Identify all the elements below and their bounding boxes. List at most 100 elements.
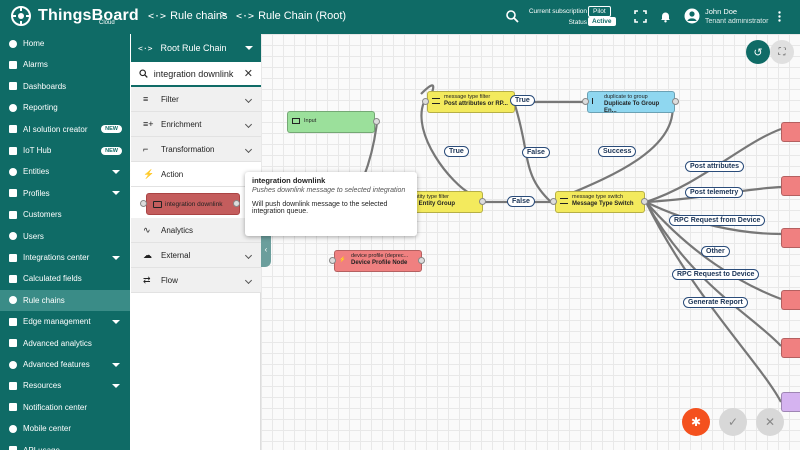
category-filter[interactable]: ≡ Filter: [131, 87, 261, 112]
sidebar-item-ai-solution-creator[interactable]: AI solution creator NEW: [0, 119, 130, 140]
link-label[interactable]: True: [510, 95, 535, 106]
category-transformation[interactable]: ⌐ Transformation: [131, 137, 261, 162]
generate-report-node[interactable]: [781, 392, 800, 412]
fullscreen-button[interactable]: ⛶: [770, 40, 794, 64]
avatar-icon[interactable]: [684, 8, 700, 24]
sidebar-item-dashboards[interactable]: Dashboards: [0, 76, 130, 97]
link-label[interactable]: Generate Report: [683, 297, 748, 308]
sidebar-item-label: AI solution creator: [23, 124, 88, 134]
plan-badge[interactable]: Pilot: [588, 6, 611, 17]
version-history-button[interactable]: ↺: [746, 40, 770, 64]
sidebar-item-reporting[interactable]: Reporting: [0, 97, 130, 118]
sidebar-item-api-usage[interactable]: API usage: [0, 440, 130, 461]
edge-management-icon: [9, 317, 17, 326]
sidebar-item-alarms[interactable]: Alarms: [0, 54, 130, 75]
node-search-input[interactable]: [153, 68, 244, 79]
input-out-port[interactable]: [373, 118, 380, 125]
sidebar-item-calculated-fields[interactable]: Calculated fields: [0, 268, 130, 289]
sidebar-item-rule-chains[interactable]: Rule chains: [0, 289, 130, 311]
sidebar-item-iot-hub[interactable]: IoT Hub NEW: [0, 140, 130, 161]
sidebar-item-advanced-analytics[interactable]: Advanced analytics: [0, 333, 130, 354]
sidebar-item-customers[interactable]: Customers: [0, 204, 130, 225]
input-node[interactable]: Input: [287, 111, 375, 133]
sidebar: Home Alarms Dashboards Reporting AI solution…: [0, 33, 130, 455]
log-other-node[interactable]: [781, 290, 800, 310]
user-role: Tenant administrator: [705, 18, 769, 25]
more-vert-icon[interactable]: [773, 10, 786, 23]
ai-solution-creator-icon: [9, 125, 17, 134]
link-label[interactable]: Post telemetry: [685, 187, 744, 198]
sidebar-item-edge-management[interactable]: Edge management: [0, 311, 130, 332]
link-label[interactable]: True: [444, 146, 469, 157]
notification-bell-icon[interactable]: [659, 10, 672, 23]
sidebar-item-profiles[interactable]: Profiles: [0, 183, 130, 204]
log-rpc-node[interactable]: [781, 228, 800, 248]
sidebar-item-label: Users: [23, 231, 44, 241]
in-port[interactable]: [550, 198, 557, 205]
category-analytics[interactable]: ∿ Analytics: [131, 218, 261, 243]
decline-changes-button[interactable]: ✕: [756, 408, 784, 436]
integration-icon: [153, 200, 162, 208]
logo[interactable]: ThingsBoard: [8, 5, 139, 27]
status-label: Status: [568, 19, 587, 26]
dashboards-icon: [9, 82, 17, 91]
breadcrumb-label: Rule chains: [170, 10, 228, 22]
link-label[interactable]: Success: [598, 146, 637, 157]
link-label[interactable]: False: [507, 196, 535, 207]
in-port[interactable]: [329, 257, 336, 264]
output-port[interactable]: [233, 200, 240, 207]
rule-chain-selector[interactable]: <·> Root Rule Chain: [131, 34, 261, 62]
node-name: Post attributes or RP...: [444, 101, 508, 107]
advanced-analytics-icon: [9, 339, 17, 348]
category-flow[interactable]: ⇄ Flow: [131, 268, 261, 293]
collapse-panel-button[interactable]: ‹: [261, 231, 271, 267]
search-icon[interactable]: [505, 9, 519, 23]
subscription-label: Current subscription: [528, 8, 587, 15]
sidebar-item-home[interactable]: Home: [0, 33, 130, 54]
link-label[interactable]: False: [522, 147, 550, 158]
sidebar-item-resources[interactable]: Resources: [0, 375, 130, 396]
sidebar-item-integrations-center[interactable]: Integrations center: [0, 247, 130, 268]
input-port[interactable]: [140, 200, 147, 207]
sidebar-item-entities[interactable]: Entities: [0, 161, 130, 182]
out-port[interactable]: [641, 198, 648, 205]
clear-search-icon[interactable]: ✕: [244, 67, 253, 80]
category-enrichment[interactable]: ≡+ Enrichment: [131, 112, 261, 137]
rpc-call-node[interactable]: [781, 338, 800, 358]
save-timeseries-node[interactable]: [781, 176, 800, 196]
link-label[interactable]: Other: [701, 246, 730, 257]
in-port[interactable]: [582, 98, 589, 105]
in-port[interactable]: [422, 98, 429, 105]
tooltip-details: Will push downlink message to the select…: [252, 201, 388, 215]
category-action[interactable]: ⚡ Action: [131, 162, 261, 187]
duplicate-to-group-node[interactable]: duplicate to group Duplicate To Group En…: [587, 91, 675, 114]
link-label[interactable]: RPC Request to Device: [672, 269, 760, 280]
fullscreen-icon[interactable]: [634, 10, 647, 23]
device-profile-node[interactable]: ⚡ device profile (deprec... Device Profi…: [334, 250, 422, 272]
apply-changes-button[interactable]: ✓: [719, 408, 747, 436]
sidebar-item-advanced-features[interactable]: Advanced features: [0, 354, 130, 375]
rule-chain-canvas[interactable]: Input message type filter Post attribute…: [261, 34, 800, 450]
filter-icon: [432, 98, 440, 104]
link-label[interactable]: RPC Request from Device: [669, 215, 766, 226]
link-label[interactable]: Post attributes: [685, 161, 745, 172]
message-type-switch-node[interactable]: message type switch Message Type Switch: [555, 191, 645, 213]
sidebar-item-label: Mobile center: [23, 424, 72, 434]
message-type-filter-node[interactable]: message type filter Post attributes or R…: [427, 91, 515, 113]
sidebar-item-notification-center[interactable]: Notification center: [0, 397, 130, 418]
sidebar-item-mobile-center[interactable]: Mobile center: [0, 418, 130, 439]
save-attributes-node[interactable]: [781, 122, 800, 142]
chevron-left-icon: ‹: [264, 244, 268, 254]
sidebar-item-users[interactable]: Users: [0, 226, 130, 247]
category-label: Enrichment: [161, 119, 202, 129]
node-library-panel: <·> Root Rule Chain ✕ ≡ Filter ≡+ Enrichmen…: [131, 34, 261, 450]
integration-downlink-node[interactable]: integration downlink: [146, 193, 240, 215]
debug-button[interactable]: ✱: [682, 408, 710, 436]
sidebar-item-label: Alarms: [23, 60, 48, 70]
out-port[interactable]: [672, 98, 679, 105]
breadcrumb-rule-chains[interactable]: <·> Rule chains: [148, 10, 228, 22]
category-external[interactable]: ☁ External: [131, 243, 261, 268]
category-label: Transformation: [161, 144, 215, 154]
out-port[interactable]: [479, 198, 486, 205]
out-port[interactable]: [418, 257, 425, 264]
